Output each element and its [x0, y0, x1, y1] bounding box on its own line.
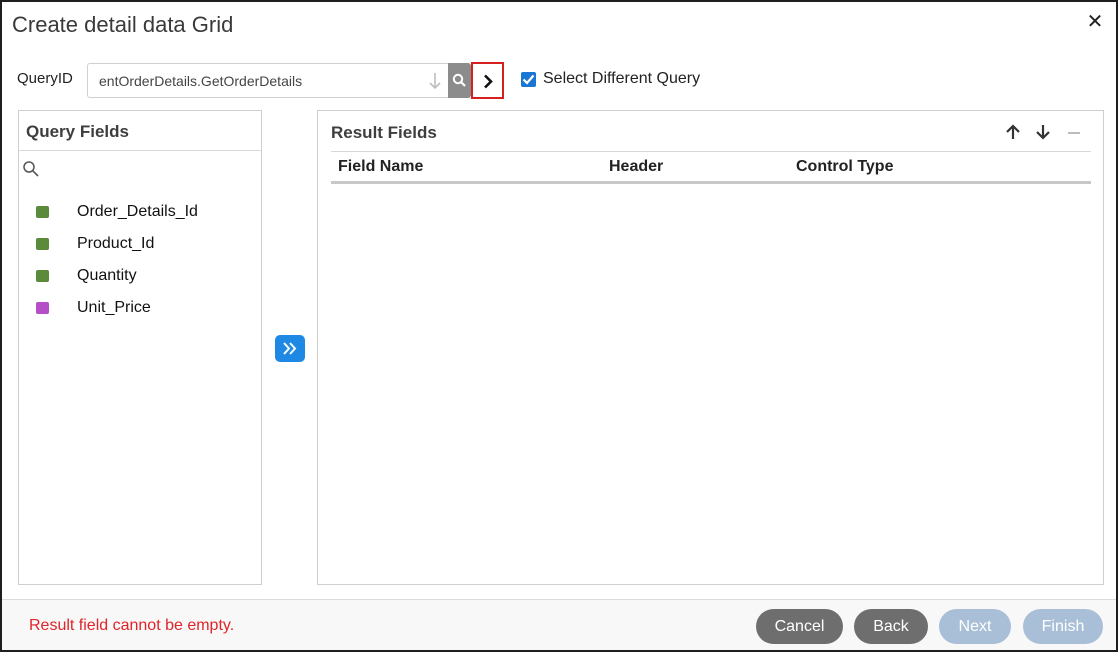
select-different-query-label: Select Different Query — [543, 70, 701, 87]
query-id-value: entOrderDetails.GetOrderDetails — [99, 73, 303, 89]
field-type-swatch — [36, 206, 49, 218]
close-button[interactable]: ✕ — [1084, 11, 1106, 33]
create-detail-grid-dialog: Create detail data Grid ✕ QueryID entOrd… — [0, 0, 1118, 652]
select-different-query-checkbox[interactable] — [521, 71, 536, 87]
minus-icon[interactable] — [1066, 123, 1082, 141]
arrow-down-icon[interactable] — [1034, 123, 1052, 141]
query-field-item[interactable]: Quantity — [19, 259, 261, 291]
query-fields-panel: Query Fields Order_Details_Id Product_Id Q… — [18, 110, 262, 585]
add-all-fields-button[interactable] — [275, 335, 305, 362]
field-type-swatch — [36, 238, 49, 250]
field-type-swatch — [36, 302, 49, 314]
open-query-button[interactable] — [471, 62, 504, 99]
double-chevron-right-icon — [283, 342, 297, 355]
dialog-title: Create detail data Grid — [12, 12, 234, 37]
result-fields-panel: Result Fields Field Name Header Control … — [317, 110, 1104, 585]
search-icon[interactable] — [22, 160, 40, 178]
result-fields-title: Result Fields — [331, 123, 437, 142]
query-field-name: Quantity — [77, 267, 137, 284]
validation-error-message: Result field cannot be empty. — [29, 617, 235, 634]
query-fields-list: Order_Details_Id Product_Id Quantity Unit_P… — [19, 195, 261, 323]
query-id-input[interactable]: entOrderDetails.GetOrderDetails — [87, 63, 449, 98]
query-field-name: Order_Details_Id — [77, 203, 198, 220]
dialog-footer: Result field cannot be empty. Cancel Bac… — [2, 600, 1116, 650]
query-field-item[interactable]: Unit_Price — [19, 291, 261, 323]
column-header-header: Header — [609, 158, 664, 175]
query-search-button[interactable] — [448, 63, 471, 98]
finish-button[interactable]: Finish — [1023, 609, 1103, 644]
query-fields-title: Query Fields — [19, 111, 261, 151]
select-different-query-toggle[interactable]: Select Different Query — [521, 70, 700, 88]
column-header-field-name: Field Name — [338, 158, 424, 175]
next-button[interactable]: Next — [939, 609, 1011, 644]
chevron-right-icon — [484, 74, 493, 89]
query-field-name: Product_Id — [77, 235, 155, 252]
close-icon: ✕ — [1086, 11, 1104, 33]
search-icon — [452, 73, 466, 87]
arrow-up-icon[interactable] — [1004, 123, 1022, 141]
query-field-item[interactable]: Order_Details_Id — [19, 195, 261, 227]
field-type-swatch — [36, 270, 49, 282]
query-field-item[interactable]: Product_Id — [19, 227, 261, 259]
back-button[interactable]: Back — [854, 609, 928, 644]
column-header-control-type: Control Type — [796, 158, 894, 175]
query-id-label: QueryID — [17, 70, 73, 87]
arrow-down-icon — [429, 73, 441, 90]
result-fields-table-header: Field Name Header Control Type — [331, 152, 1091, 184]
query-field-name: Unit_Price — [77, 299, 151, 316]
checkmark-icon — [522, 74, 535, 85]
cancel-button[interactable]: Cancel — [756, 609, 843, 644]
